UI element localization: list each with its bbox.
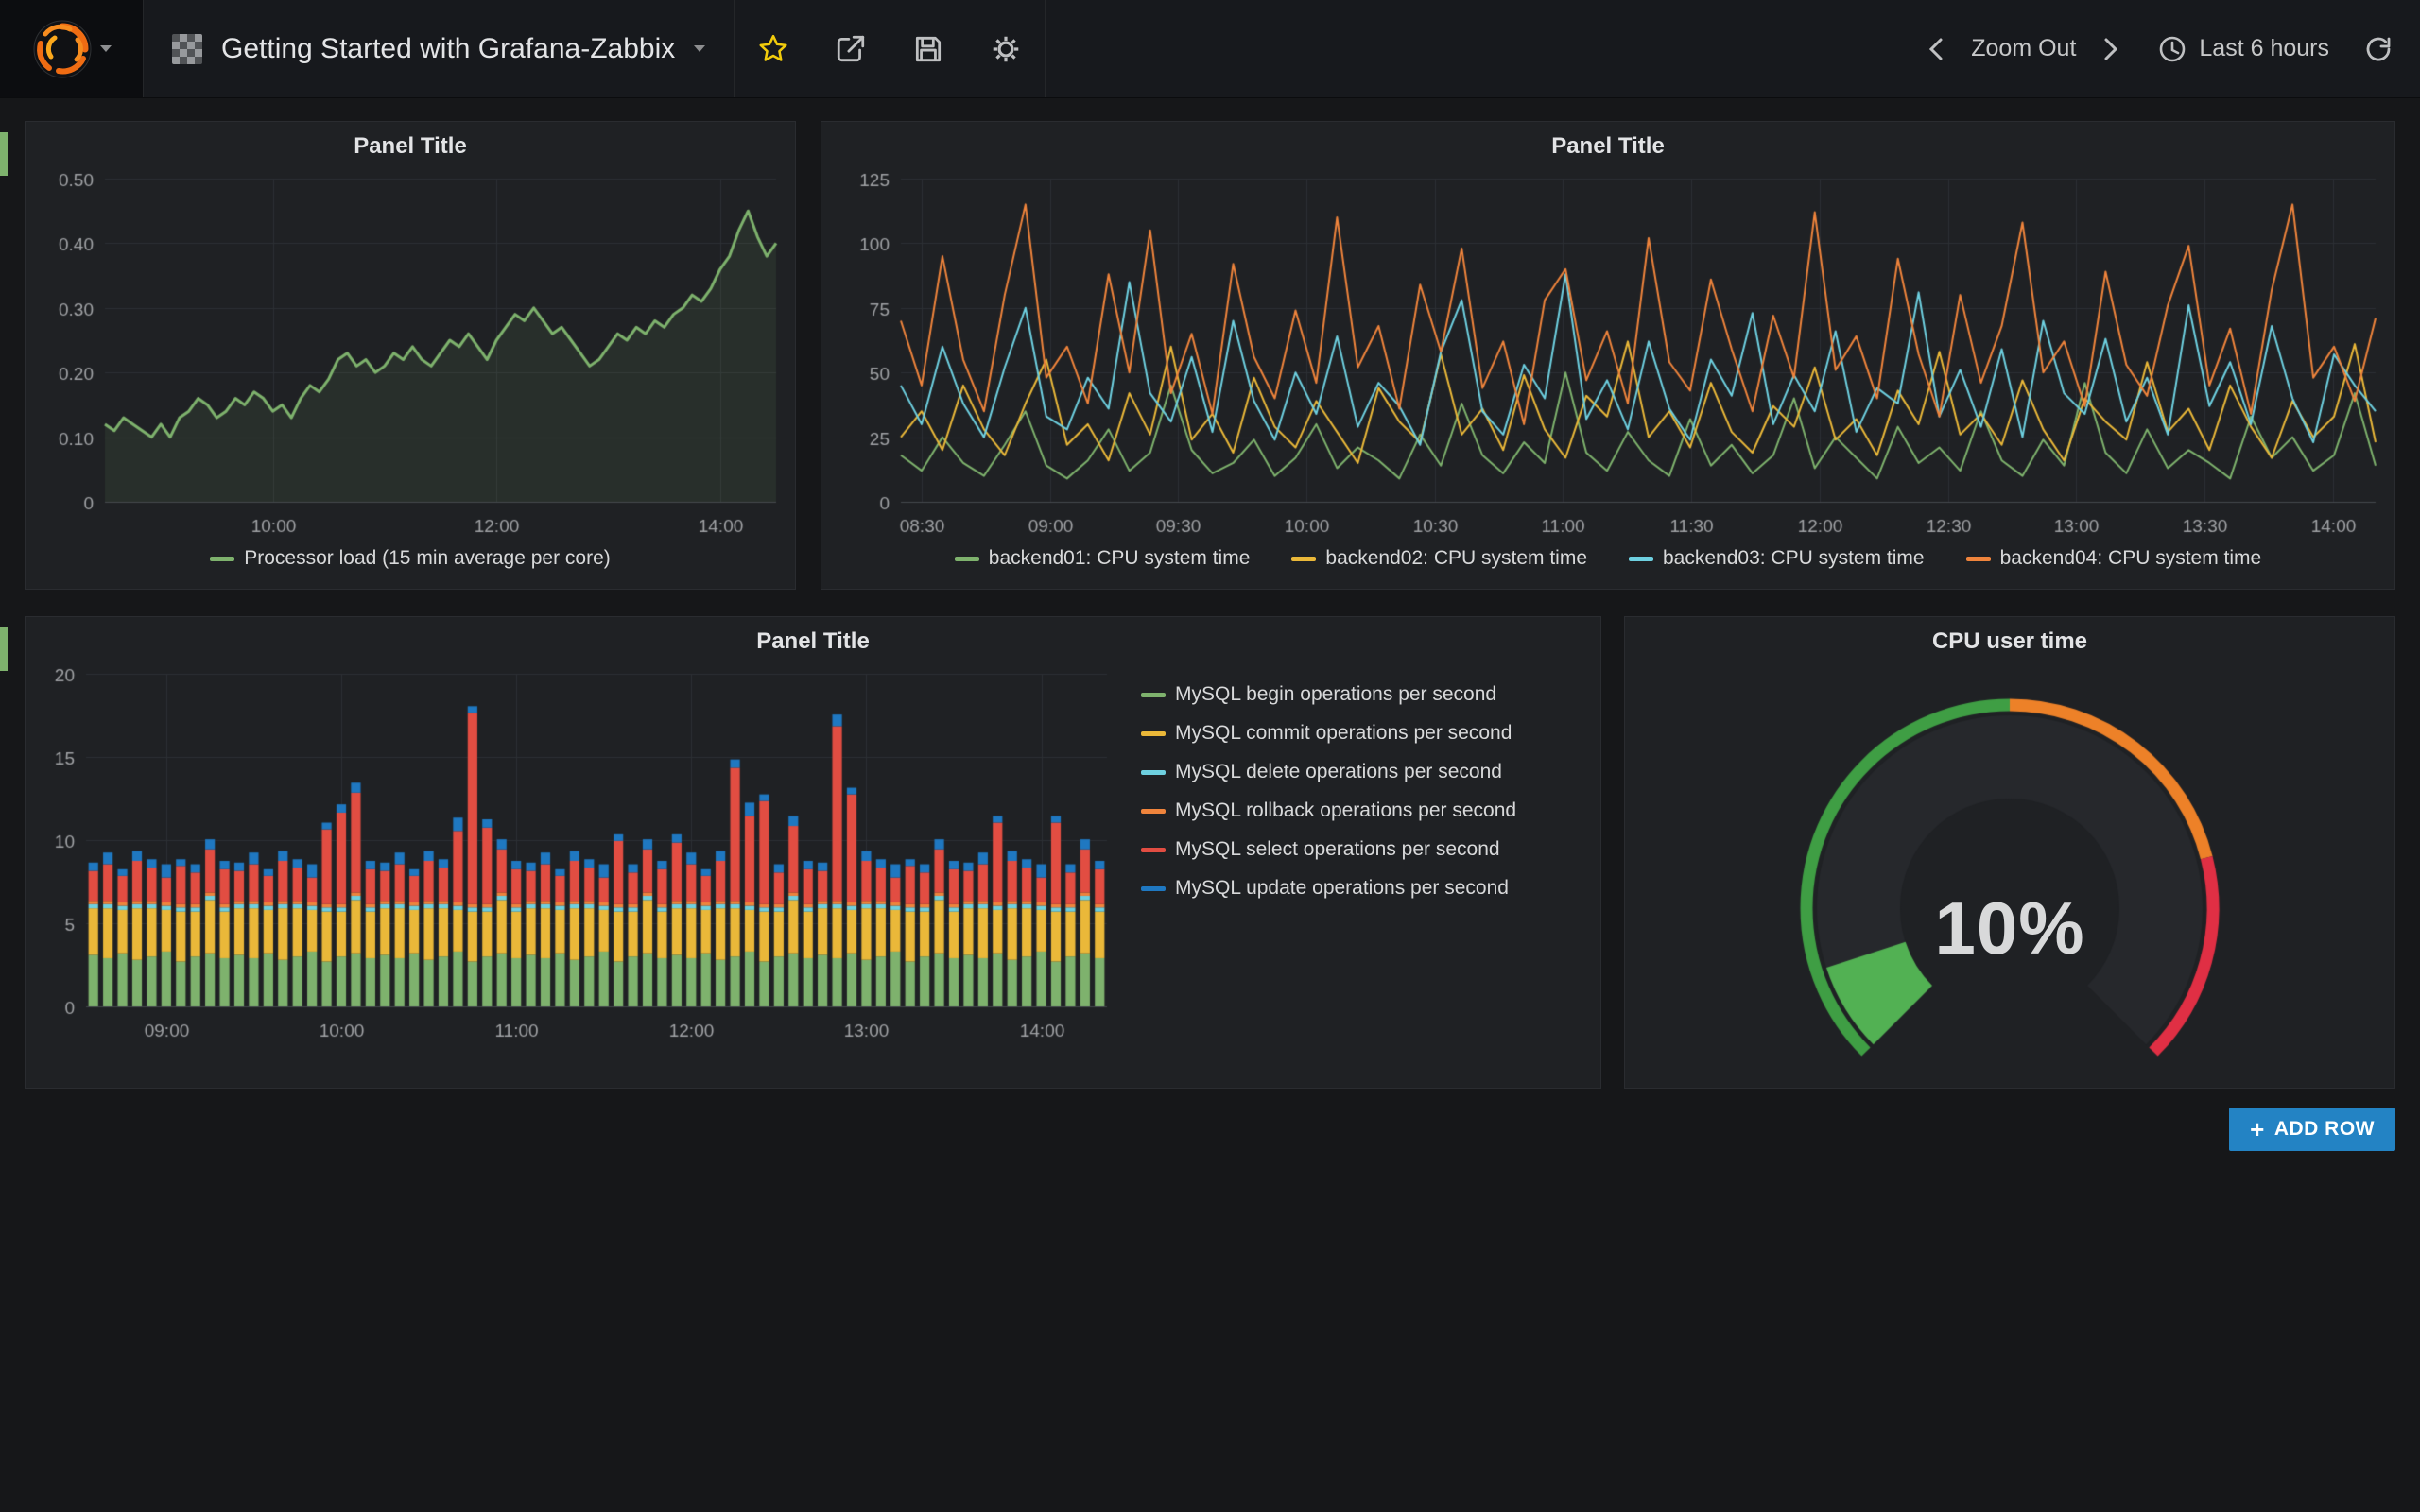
legend-color-dash [1141, 848, 1166, 852]
star-button[interactable] [735, 0, 812, 97]
processor-load-chart[interactable] [26, 165, 795, 543]
chart-legend: backend01: CPU system time backend02: CPU… [821, 547, 2394, 570]
time-shift-forward-button[interactable] [2087, 0, 2135, 97]
chevron-down-icon [100, 45, 112, 52]
dashboard-actions [735, 0, 1046, 97]
dashboard-title: Getting Started with Grafana-Zabbix [221, 33, 675, 65]
legend-color-dash [1629, 557, 1653, 561]
gauge-value: 10% [1625, 885, 2394, 971]
legend-item[interactable]: MySQL delete operations per second [1141, 761, 1516, 783]
legend-color-dash [1141, 886, 1166, 891]
grafana-main-menu-button[interactable] [0, 0, 144, 97]
dashboard-picker[interactable]: Getting Started with Grafana-Zabbix [144, 0, 735, 97]
star-icon [757, 33, 789, 65]
clock-icon [2157, 34, 2187, 64]
zoom-out-button[interactable]: Zoom Out [1960, 0, 2087, 97]
legend-color-dash [1141, 770, 1166, 775]
cpu-system-time-chart[interactable] [821, 165, 2394, 543]
mysql-operations-chart[interactable] [26, 661, 1122, 1048]
save-button[interactable] [890, 0, 967, 97]
panel-title[interactable]: Panel Title [26, 122, 795, 165]
legend-label: backend02: CPU system time [1325, 547, 1587, 570]
legend-label: Processor load (15 min average per core) [244, 547, 611, 570]
legend-item[interactable]: backend01: CPU system time [955, 547, 1251, 570]
legend-label: MySQL delete operations per second [1175, 761, 1502, 783]
legend-label: MySQL commit operations per second [1175, 722, 1512, 745]
legend-item[interactable]: Processor load (15 min average per core) [210, 547, 611, 570]
legend-item[interactable]: MySQL rollback operations per second [1141, 799, 1516, 822]
legend-item[interactable]: MySQL select operations per second [1141, 838, 1516, 861]
legend-label: backend04: CPU system time [2000, 547, 2262, 570]
legend-label: backend01: CPU system time [989, 547, 1251, 570]
add-row-label: ADD ROW [2274, 1118, 2375, 1141]
panel-cpu-user-time: CPU user time 10% [1624, 616, 2395, 1089]
save-icon [912, 33, 944, 65]
share-button[interactable] [812, 0, 890, 97]
legend-color-dash [1291, 557, 1316, 561]
legend-label: backend03: CPU system time [1663, 547, 1925, 570]
cpu-user-time-gauge[interactable] [1625, 661, 2394, 1067]
plus-icon: + [2250, 1117, 2265, 1142]
panel-processor-load: Panel Title Processor load (15 min avera… [25, 121, 796, 590]
legend-color-dash [1141, 693, 1166, 697]
panel-title[interactable]: Panel Title [821, 122, 2394, 165]
legend-label: MySQL begin operations per second [1175, 683, 1496, 706]
row-toggle-handle[interactable] [0, 132, 8, 176]
chevron-left-icon [1924, 35, 1948, 63]
legend-item[interactable]: MySQL commit operations per second [1141, 722, 1516, 745]
legend-label: MySQL rollback operations per second [1175, 799, 1516, 822]
settings-button[interactable] [967, 0, 1045, 97]
add-row-button[interactable]: + ADD ROW [2229, 1108, 2395, 1151]
dashboard-grid-icon [172, 34, 202, 64]
legend-color-dash [210, 557, 234, 561]
grafana-logo [32, 19, 93, 79]
panel-title[interactable]: CPU user time [1625, 617, 2394, 661]
legend-item[interactable]: backend02: CPU system time [1291, 547, 1587, 570]
legend-color-dash [1141, 731, 1166, 736]
legend-label: MySQL update operations per second [1175, 877, 1509, 900]
refresh-button[interactable] [2352, 0, 2405, 97]
chart-legend: Processor load (15 min average per core) [26, 547, 795, 570]
navbar: Getting Started with Grafana-Zabbix [0, 0, 2420, 98]
legend-color-dash [955, 557, 979, 561]
share-icon [835, 33, 867, 65]
chart-legend: MySQL begin operations per second MySQL c… [1141, 683, 1516, 900]
legend-item[interactable]: backend03: CPU system time [1629, 547, 1925, 570]
dashboard: Panel Title Processor load (15 min avera… [0, 98, 2420, 1512]
time-picker-button[interactable]: Last 6 hours [2135, 0, 2352, 97]
legend-color-dash [1966, 557, 1991, 561]
time-controls: Zoom Out Last 6 hours [1912, 0, 2420, 97]
panel-mysql-operations: Panel Title MySQL begin operations per s… [25, 616, 1601, 1089]
legend-item[interactable]: MySQL update operations per second [1141, 877, 1516, 900]
chevron-right-icon [2099, 35, 2123, 63]
panel-cpu-system-time: Panel Title backend01: CPU system timeba… [821, 121, 2395, 590]
chevron-down-icon [694, 45, 705, 52]
row-toggle-handle[interactable] [0, 627, 8, 671]
panel-title[interactable]: Panel Title [26, 617, 1600, 661]
legend-label: MySQL select operations per second [1175, 838, 1500, 861]
legend-item[interactable]: backend04: CPU system time [1966, 547, 2262, 570]
legend-color-dash [1141, 809, 1166, 814]
gear-icon [990, 33, 1022, 65]
legend-item[interactable]: MySQL begin operations per second [1141, 683, 1516, 706]
time-shift-back-button[interactable] [1912, 0, 1960, 97]
refresh-icon [2363, 34, 2394, 64]
